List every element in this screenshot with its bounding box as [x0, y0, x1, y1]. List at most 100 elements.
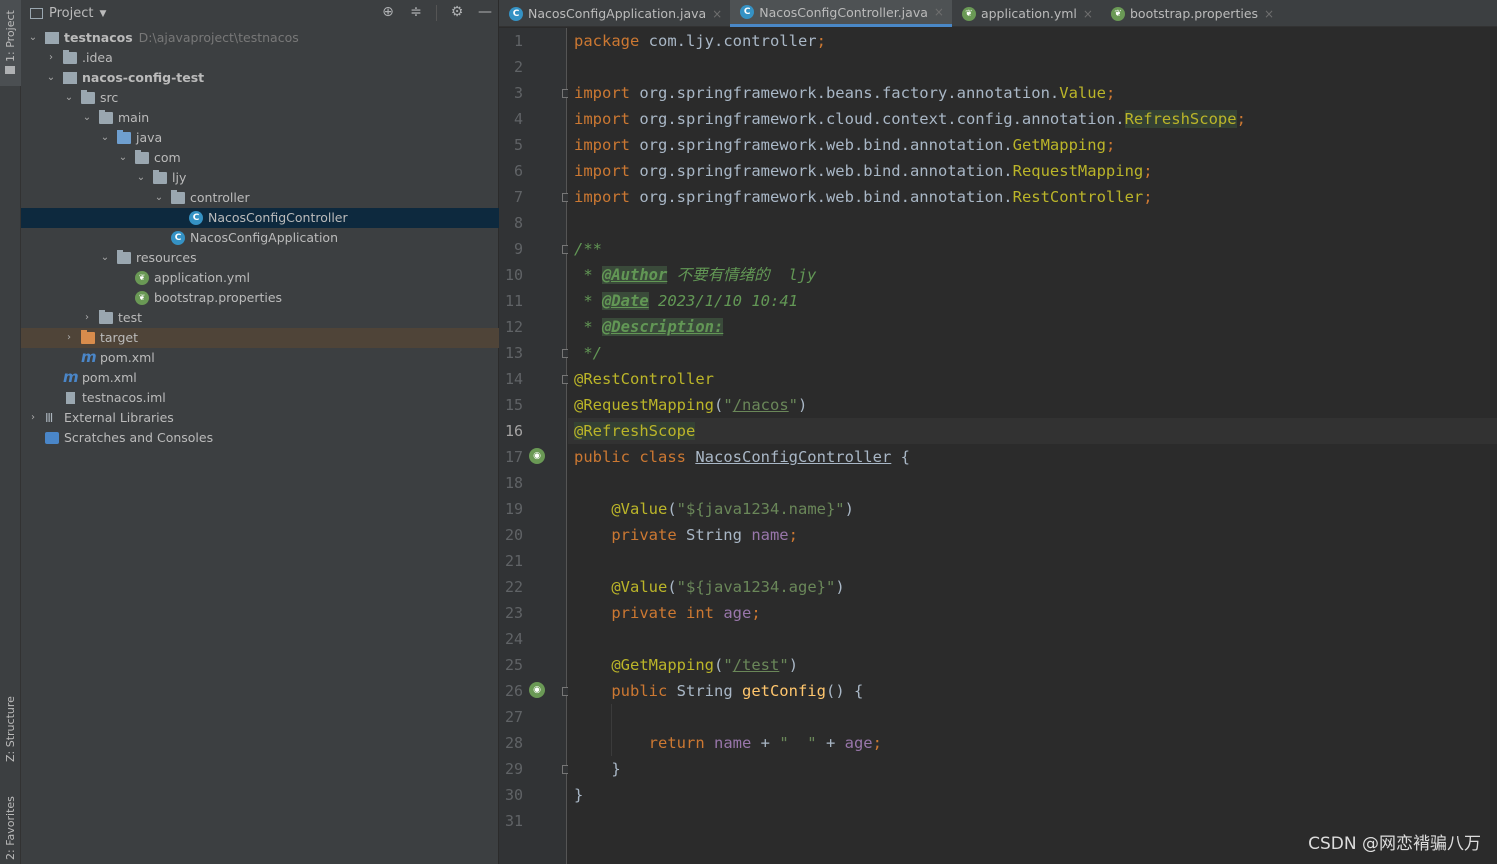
line-number: 22: [504, 578, 523, 596]
tree-item-testnacos-iml[interactable]: testnacos.iml: [21, 388, 499, 408]
code-line-6: import org.springframework.web.bind.anno…: [574, 162, 1153, 180]
tree-item-root-pom[interactable]: m pom.xml: [21, 368, 499, 388]
line-number: 10: [504, 266, 523, 284]
resources-folder-icon: [117, 250, 131, 264]
tab-label: application.yml: [980, 6, 1077, 21]
chevron-down-icon[interactable]: ⌄: [135, 168, 147, 188]
code-line-15: @RequestMapping("/nacos"): [574, 396, 808, 414]
tree-item-com[interactable]: ⌄ com: [21, 148, 499, 168]
line-number: 18: [504, 474, 523, 492]
chevron-right-icon[interactable]: ›: [81, 308, 93, 328]
tree-item-target[interactable]: › target: [21, 328, 499, 348]
code-line-19: @Value("${java1234.name}"): [611, 500, 854, 518]
collapse-all-icon[interactable]: ≑: [408, 4, 424, 21]
tree-item-bootstrap-properties[interactable]: ❦ bootstrap.properties: [21, 288, 499, 308]
excluded-folder-icon: [81, 330, 95, 344]
chevron-down-icon[interactable]: ▼: [99, 9, 106, 19]
code-line-9: /**: [574, 240, 602, 258]
line-number: 3: [513, 84, 523, 102]
project-panel: Project ▼ ⊕ ≑ ⚙ — ⌄ testnacos D:\ajavapro…: [21, 0, 499, 864]
code-line-25: @GetMapping("/test"): [611, 656, 799, 674]
package-icon: [135, 150, 149, 164]
spring-endpoint-gutter-icon[interactable]: ◉: [529, 682, 545, 698]
tree-item-module-pom[interactable]: m pom.xml: [21, 348, 499, 368]
tree-item-nacosconfigcontroller[interactable]: C NacosConfigController: [21, 208, 499, 228]
tree-item-main[interactable]: ⌄ main: [21, 108, 499, 128]
folder-icon: [63, 50, 77, 64]
line-number: 29: [504, 760, 523, 778]
code-line-22: @Value("${java1234.age}"): [611, 578, 845, 596]
project-tool-tab[interactable]: 1: Project: [0, 0, 21, 86]
code-line-26: public String getConfig() {: [611, 682, 864, 700]
project-view-selector[interactable]: Project: [49, 6, 93, 21]
tree-item-nacos-config-test[interactable]: ⌄ nacos-config-test: [21, 68, 499, 88]
tab-label: bootstrap.properties: [1129, 6, 1259, 21]
chevron-right-icon[interactable]: ›: [45, 48, 57, 68]
spring-boot-class-icon: C: [171, 231, 185, 245]
close-icon[interactable]: ×: [712, 7, 722, 21]
tree-item-resources[interactable]: ⌄ resources: [21, 248, 499, 268]
tree-item-label: bootstrap.properties: [154, 290, 283, 305]
tree-item-label: main: [118, 110, 150, 125]
code-editor[interactable]: package com.ljy.controller; import org.s…: [568, 28, 1497, 864]
class-icon: C: [740, 5, 755, 19]
chevron-down-icon[interactable]: ⌄: [81, 108, 93, 128]
chevron-down-icon[interactable]: ⌄: [153, 188, 165, 208]
tree-item-test[interactable]: › test: [21, 308, 499, 328]
chevron-right-icon[interactable]: ›: [63, 328, 75, 348]
close-icon[interactable]: ×: [1083, 7, 1093, 21]
chevron-down-icon[interactable]: ⌄: [99, 128, 111, 148]
structure-tool-tab[interactable]: Z: Structure: [0, 696, 21, 780]
tree-item-controller[interactable]: ⌄ controller: [21, 188, 499, 208]
code-line-11: * @Date 2023/1/10 10:41: [574, 292, 798, 310]
tab-nacosconfigcontroller[interactable]: C NacosConfigController.java ×: [730, 0, 952, 27]
gear-icon[interactable]: ⚙: [449, 4, 465, 21]
maven-icon: m: [63, 368, 79, 386]
favorites-tool-tab[interactable]: 2: Favorites: [0, 796, 21, 864]
line-number: 19: [504, 500, 523, 518]
code-line-28: return name + " " + age;: [648, 734, 882, 752]
locate-icon[interactable]: ⊕: [380, 4, 396, 21]
tab-application-yml[interactable]: ❦ application.yml ×: [952, 0, 1101, 27]
chevron-down-icon[interactable]: ⌄: [63, 88, 75, 108]
tree-item-label: test: [118, 310, 143, 325]
line-number: 26: [504, 682, 523, 700]
tree-item-idea[interactable]: › .idea: [21, 48, 499, 68]
line-number: 12: [504, 318, 523, 336]
line-number: 21: [504, 552, 523, 570]
tree-item-label: target: [100, 330, 139, 345]
chevron-right-icon[interactable]: ›: [27, 408, 39, 428]
tree-item-testnacos[interactable]: ⌄ testnacos D:\ajavaproject\testnacos: [21, 28, 499, 48]
line-number: 11: [504, 292, 523, 310]
tab-bootstrap-properties[interactable]: ❦ bootstrap.properties ×: [1101, 0, 1282, 27]
minimize-icon[interactable]: —: [477, 4, 493, 21]
editor-gutter[interactable]: 1 2 3 4 5 6 7 8 9 10 11 12 13 14 15 16 17 18 19 20 21 22 23 24 2…: [499, 28, 571, 864]
tree-item-src[interactable]: ⌄ src: [21, 88, 499, 108]
code-line-1: package com.ljy.controller;: [574, 32, 826, 50]
code-line-12: * @Description:: [574, 318, 724, 336]
code-line-23: private int age;: [611, 604, 761, 622]
tree-item-application-yml[interactable]: ❦ application.yml: [21, 268, 499, 288]
code-line-10: * @Author 不要有情绪的 ljy: [574, 266, 817, 284]
line-number: 16: [504, 422, 523, 440]
code-line-30: }: [574, 786, 584, 804]
tree-item-label: application.yml: [154, 270, 250, 285]
close-icon[interactable]: ×: [1264, 7, 1274, 21]
project-window-icon: [30, 8, 43, 19]
tree-item-external-libraries[interactable]: › Ⅲ External Libraries: [21, 408, 499, 428]
tree-item-nacosconfigapplication[interactable]: C NacosConfigApplication: [21, 228, 499, 248]
close-icon[interactable]: ×: [934, 5, 944, 19]
tool-window-strip: 1: Project Z: Structure 2: Favorites: [0, 0, 21, 864]
chevron-down-icon[interactable]: ⌄: [117, 148, 129, 168]
spring-bean-gutter-icon[interactable]: ◉: [529, 448, 545, 464]
chevron-down-icon[interactable]: ⌄: [45, 68, 57, 88]
editor-tab-bar: C NacosConfigApplication.java × C NacosC…: [499, 0, 1497, 27]
chevron-down-icon[interactable]: ⌄: [27, 28, 39, 48]
folder-icon: [81, 90, 95, 104]
line-number: 1: [513, 32, 523, 50]
tree-item-scratches[interactable]: Scratches and Consoles: [21, 428, 499, 448]
tree-item-java[interactable]: ⌄ java: [21, 128, 499, 148]
tab-nacosconfigapplication[interactable]: C NacosConfigApplication.java ×: [499, 0, 730, 27]
chevron-down-icon[interactable]: ⌄: [99, 248, 111, 268]
tree-item-ljy[interactable]: ⌄ ljy: [21, 168, 499, 188]
